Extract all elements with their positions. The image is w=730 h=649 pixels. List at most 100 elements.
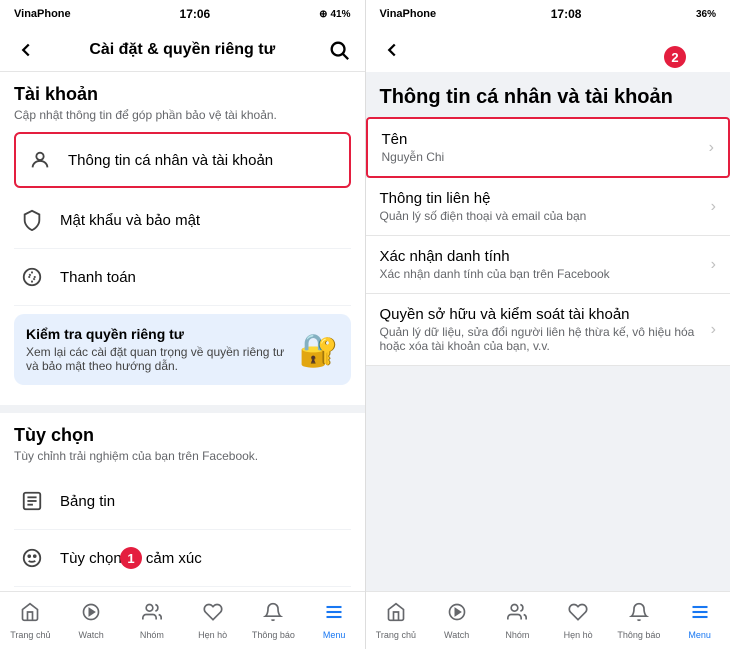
left-status-icons: ⊕ 41%	[319, 9, 350, 20]
nav-bell-icon	[263, 602, 283, 628]
left-phone-screen: VinaPhone 17:06 ⊕ 41% Cài đặt & quyền ri…	[0, 0, 365, 649]
account-title: Tài khoản	[14, 84, 351, 105]
name-subtitle: Nguyễn Chi	[382, 150, 709, 164]
ownership-arrow: ›	[711, 321, 716, 339]
group-icon	[142, 602, 162, 628]
nav-watch[interactable]: Watch	[61, 592, 122, 649]
nav-dating-label: Hẹn hò	[198, 630, 227, 640]
right-content: Thông tin cá nhân và tài khoản Tên Nguyễ…	[366, 72, 730, 591]
ownership-item[interactable]: Quyền sở hữu và kiểm soát tài khoản Quản…	[366, 294, 730, 366]
person-icon	[22, 142, 58, 178]
left-header: Cài đặt & quyền riêng tư	[0, 28, 365, 72]
annotation-1: 1	[120, 547, 142, 569]
nav-dating[interactable]: Hẹn hò	[182, 592, 243, 649]
payment-item[interactable]: Thanh toán	[14, 249, 351, 306]
ownership-title: Quyền sở hữu và kiểm soát tài khoản	[380, 306, 711, 323]
right-nav-menu[interactable]: Menu	[669, 592, 730, 649]
nav-notifications-label: Thông báo	[252, 630, 295, 640]
right-home-icon	[386, 602, 406, 628]
news-feed-item[interactable]: Bảng tin	[14, 473, 351, 530]
right-nav-menu-label: Menu	[688, 630, 711, 640]
right-page-title: Thông tin cá nhân và tài khoản	[366, 72, 730, 117]
nav-group-label: Nhóm	[140, 630, 164, 640]
identity-item[interactable]: Xác nhận danh tính Xác nhận danh tính củ…	[366, 236, 730, 294]
options-section: Tùy chọn Tùy chỉnh trải nghiệm của bạn t…	[0, 413, 365, 591]
menu-icon-left	[324, 602, 344, 628]
contact-title: Thông tin liên hệ	[380, 190, 711, 207]
name-title: Tên	[382, 131, 709, 148]
emoji-icon	[14, 540, 50, 576]
options-title: Tùy chọn	[14, 425, 351, 446]
left-content: Tài khoản Cập nhật thông tin để góp phần…	[0, 72, 365, 591]
name-content: Tên Nguyễn Chi	[382, 131, 709, 164]
options-subtitle: Tùy chỉnh trải nghiệm của bạn trên Faceb…	[14, 449, 351, 463]
nav-home[interactable]: Trang chủ	[0, 592, 61, 649]
contact-item[interactable]: Thông tin liên hệ Quản lý số điện thoại …	[366, 178, 730, 236]
privacy-card-desc: Xem lại các cài đặt quan trọng về quyền …	[26, 345, 287, 373]
payment-icon	[14, 259, 50, 295]
left-back-button[interactable]	[12, 36, 40, 64]
contact-arrow: ›	[711, 198, 716, 216]
ownership-subtitle: Quản lý dữ liệu, sửa đổi người liên hệ t…	[380, 325, 711, 353]
identity-content: Xác nhận danh tính Xác nhận danh tính củ…	[380, 248, 711, 281]
left-status-bar: VinaPhone 17:06 ⊕ 41%	[0, 0, 365, 28]
password-item[interactable]: Mật khẩu và bảo mật	[14, 192, 351, 249]
right-nav-home-label: Trang chủ	[376, 630, 416, 640]
ownership-content: Quyền sở hữu và kiểm soát tài khoản Quản…	[380, 306, 711, 353]
lock-icon: 🔐	[299, 331, 339, 369]
left-search-button[interactable]	[325, 36, 353, 64]
right-bottom-nav: Trang chủ Watch Nhóm	[366, 591, 730, 649]
right-nav-group-label: Nhóm	[505, 630, 529, 640]
contact-subtitle: Quản lý số điện thoại và email của bạn	[380, 209, 711, 223]
news-feed-label: Bảng tin	[60, 493, 351, 510]
nav-home-label: Trang chủ	[10, 630, 50, 640]
right-battery: 36%	[696, 9, 716, 20]
nav-menu-left-label: Menu	[323, 630, 346, 640]
newspaper-icon	[14, 483, 50, 519]
shield-icon	[14, 202, 50, 238]
right-nav-watch[interactable]: Watch	[426, 592, 487, 649]
personal-info-label: Thông tin cá nhân và tài khoản	[68, 152, 343, 169]
left-header-title: Cài đặt & quyền riêng tư	[48, 41, 317, 59]
right-nav-dating-label: Hẹn hò	[564, 630, 593, 640]
right-bell-icon	[629, 602, 649, 628]
gps-icon: ⊕	[319, 9, 327, 20]
right-nav-watch-label: Watch	[444, 630, 469, 640]
password-label: Mật khẩu và bảo mật	[60, 212, 351, 229]
contact-content: Thông tin liên hệ Quản lý số điện thoại …	[380, 190, 711, 223]
right-heart-icon	[568, 602, 588, 628]
right-carrier: VinaPhone	[380, 8, 437, 20]
privacy-check-card[interactable]: Kiểm tra quyền riêng tư Xem lại các cài …	[14, 314, 351, 385]
emoji-option-label: Tùy chọn về cảm xúc	[60, 550, 351, 567]
identity-title: Xác nhận danh tính	[380, 248, 711, 265]
nav-menu-left[interactable]: Menu	[304, 592, 365, 649]
right-nav-notifications-label: Thông báo	[617, 630, 660, 640]
right-status-bar: VinaPhone 17:08 36%	[366, 0, 730, 28]
right-nav-home[interactable]: Trang chủ	[366, 592, 427, 649]
name-item[interactable]: Tên Nguyễn Chi ›	[366, 117, 730, 178]
emoji-option-item[interactable]: Tùy chọn về cảm xúc	[14, 530, 351, 587]
right-nav-notifications[interactable]: Thông báo	[609, 592, 670, 649]
privacy-card-content: Kiểm tra quyền riêng tư Xem lại các cài …	[26, 326, 287, 373]
left-bottom-nav: Trang chủ Watch Nhóm	[0, 591, 365, 649]
right-time: 17:08	[551, 7, 582, 21]
right-menu-icon	[690, 602, 710, 628]
right-nav-dating[interactable]: Hẹn hò	[548, 592, 609, 649]
right-back-button[interactable]	[378, 36, 406, 64]
watch-icon	[81, 602, 101, 628]
home-icon	[20, 602, 40, 628]
left-time: 17:06	[180, 7, 211, 21]
right-group-icon	[507, 602, 527, 628]
account-section: Tài khoản Cập nhật thông tin để góp phần…	[0, 72, 365, 405]
account-subtitle: Cập nhật thông tin để góp phần bảo vệ tà…	[14, 108, 351, 122]
right-phone-screen: VinaPhone 17:08 36% 2 Thông tin cá nhân …	[366, 0, 730, 649]
privacy-card-title: Kiểm tra quyền riêng tư	[26, 326, 287, 342]
annotation-2: 2	[664, 46, 686, 68]
right-nav-group[interactable]: Nhóm	[487, 592, 548, 649]
nav-group[interactable]: Nhóm	[122, 592, 183, 649]
nav-notifications[interactable]: Thông báo	[243, 592, 304, 649]
heart-icon	[203, 602, 223, 628]
battery-level: 41%	[330, 9, 350, 20]
personal-info-item[interactable]: Thông tin cá nhân và tài khoản	[14, 132, 351, 188]
name-arrow: ›	[709, 139, 714, 157]
